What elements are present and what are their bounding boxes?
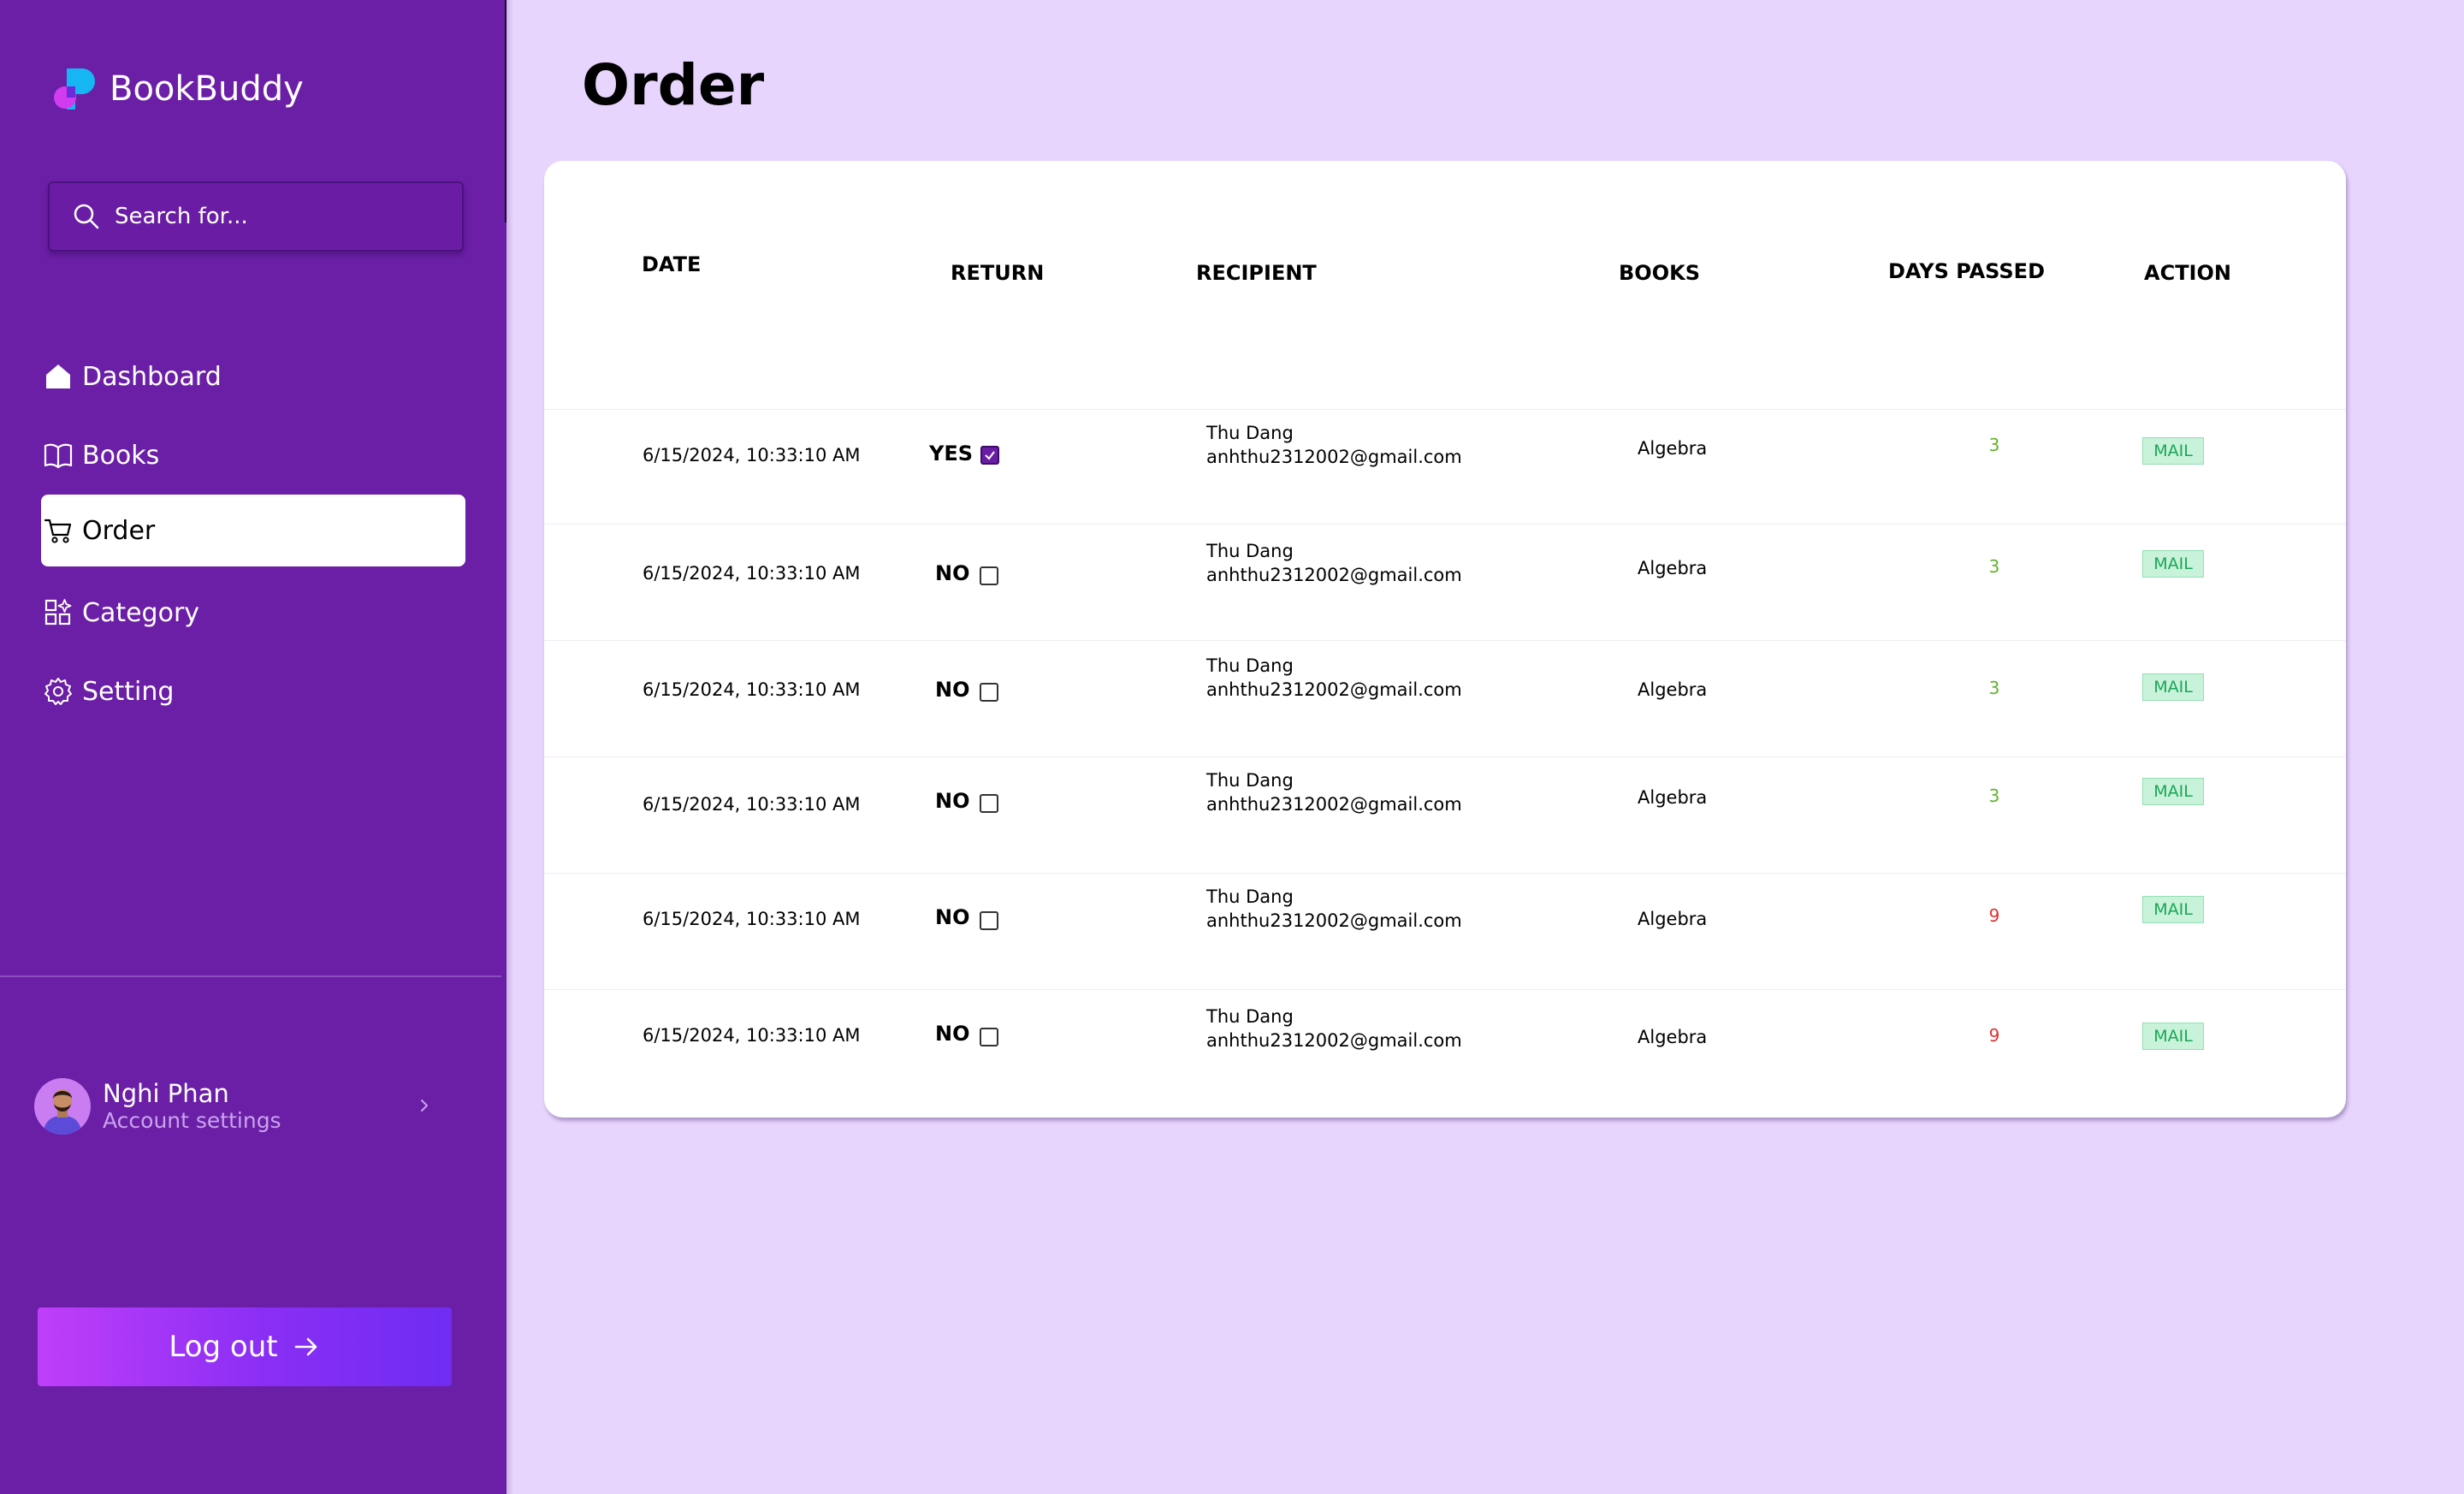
arrow-right-icon	[294, 1337, 317, 1356]
recipient-name: Thu Dang	[1206, 770, 1294, 791]
order-date: 6/15/2024, 10:33:10 AM	[643, 909, 861, 929]
logout-label: Log out	[169, 1330, 278, 1364]
sidebar-divider	[0, 975, 501, 977]
search-box[interactable]	[48, 181, 464, 252]
book-icon	[44, 443, 73, 469]
return-status: NO	[935, 678, 970, 702]
mail-button[interactable]: MAIL	[2142, 778, 2204, 805]
table-row: 6/15/2024, 10:33:10 AM NO Thu Dang anhth…	[544, 989, 2346, 1106]
table-row: 6/15/2024, 10:33:10 AM NO Thu Dang anhth…	[544, 640, 2346, 757]
avatar	[34, 1078, 91, 1135]
recipient-name: Thu Dang	[1206, 541, 1294, 561]
cart-icon	[44, 519, 72, 543]
checkmark-icon	[985, 451, 995, 460]
mail-button[interactable]: MAIL	[2142, 896, 2204, 923]
return-checkbox[interactable]	[980, 566, 998, 585]
order-date: 6/15/2024, 10:33:10 AM	[643, 1025, 861, 1046]
days-passed: 9	[1988, 1025, 2000, 1046]
recipient-email: anhthu2312002@gmail.com	[1206, 565, 1462, 585]
search-input[interactable]	[115, 204, 440, 229]
order-date: 6/15/2024, 10:33:10 AM	[643, 563, 861, 584]
book-title: Algebra	[1638, 679, 1708, 700]
account-settings-label: Account settings	[103, 1108, 281, 1133]
return-checkbox[interactable]	[980, 683, 998, 702]
sidebar-item-label: Books	[82, 440, 160, 471]
return-checkbox[interactable]	[980, 446, 999, 465]
sidebar-item-category[interactable]: Category	[41, 577, 465, 649]
table-row: 6/15/2024, 10:33:10 AM NO Thu Dang anhth…	[544, 873, 2346, 990]
order-date: 6/15/2024, 10:33:10 AM	[643, 794, 861, 815]
table-row: 6/15/2024, 10:33:10 AM NO Thu Dang anhth…	[544, 524, 2346, 641]
category-icon	[44, 599, 72, 625]
page-title: Order	[582, 52, 765, 118]
column-header-action: ACTION	[2144, 261, 2231, 285]
logout-button[interactable]: Log out	[38, 1307, 452, 1386]
return-status: YES	[929, 442, 974, 465]
return-checkbox[interactable]	[980, 911, 998, 930]
sidebar-item-setting[interactable]: Setting	[41, 655, 465, 727]
book-title: Algebra	[1638, 438, 1708, 459]
sidebar-item-order[interactable]: Order	[41, 495, 465, 566]
account-settings-link[interactable]: Nghi Phan Account settings	[34, 1076, 445, 1136]
sidebar-item-label: Category	[82, 597, 200, 628]
recipient-name: Thu Dang	[1206, 655, 1294, 676]
sidebar-item-label: Order	[82, 515, 156, 546]
mail-button[interactable]: MAIL	[2142, 673, 2204, 701]
return-status: NO	[935, 905, 970, 929]
book-title: Algebra	[1638, 909, 1708, 929]
mail-button[interactable]: MAIL	[2142, 437, 2204, 465]
column-header-return: RETURN	[951, 261, 1045, 285]
mail-button[interactable]: MAIL	[2142, 1023, 2204, 1050]
recipient-name: Thu Dang	[1206, 1006, 1294, 1027]
order-date: 6/15/2024, 10:33:10 AM	[643, 445, 861, 465]
brand-name: BookBuddy	[110, 69, 304, 109]
days-passed: 3	[1988, 556, 2000, 577]
days-passed: 9	[1988, 905, 2000, 926]
bookbuddy-logo-icon	[54, 68, 95, 110]
sidebar-item-label: Dashboard	[82, 361, 222, 392]
column-header-days-passed: DAYS PASSED	[1888, 259, 2045, 283]
book-title: Algebra	[1638, 787, 1708, 808]
user-name: Nghi Phan	[103, 1079, 229, 1108]
return-checkbox[interactable]	[980, 794, 998, 813]
sidebar-item-label: Setting	[82, 676, 175, 707]
orders-table: DATE RETURN RECIPIENT BOOKS DAYS PASSED …	[544, 161, 2346, 1118]
sidebar-item-books[interactable]: Books	[41, 419, 465, 491]
recipient-name: Thu Dang	[1206, 886, 1294, 907]
return-status: NO	[935, 789, 970, 813]
chevron-right-icon	[421, 1100, 428, 1112]
recipient-email: anhthu2312002@gmail.com	[1206, 910, 1462, 931]
sidebar-shadow	[506, 0, 513, 1494]
column-header-books: BOOKS	[1619, 261, 1700, 285]
recipient-name: Thu Dang	[1206, 423, 1294, 443]
book-title: Algebra	[1638, 1027, 1708, 1047]
return-checkbox[interactable]	[980, 1028, 998, 1046]
table-row: 6/15/2024, 10:33:10 AM YES Thu Dang anht…	[544, 409, 2346, 525]
column-header-date: DATE	[642, 252, 702, 276]
recipient-email: anhthu2312002@gmail.com	[1206, 679, 1462, 700]
gear-icon	[44, 678, 72, 705]
brand-logo[interactable]: BookBuddy	[53, 63, 304, 115]
sidebar: BookBuddy Dashboard Books Order	[0, 0, 506, 1494]
table-row: 6/15/2024, 10:33:10 AM NO Thu Dang anhth…	[544, 756, 2346, 874]
days-passed: 3	[1988, 678, 2000, 698]
recipient-email: anhthu2312002@gmail.com	[1206, 794, 1462, 815]
days-passed: 3	[1988, 786, 2000, 806]
order-date: 6/15/2024, 10:33:10 AM	[643, 679, 861, 700]
sidebar-item-dashboard[interactable]: Dashboard	[41, 341, 465, 412]
column-header-recipient: RECIPIENT	[1196, 261, 1317, 285]
search-icon	[74, 204, 99, 229]
book-title: Algebra	[1638, 558, 1708, 578]
return-status: NO	[935, 561, 970, 585]
return-status: NO	[935, 1022, 970, 1046]
recipient-email: anhthu2312002@gmail.com	[1206, 1030, 1462, 1051]
home-icon	[46, 365, 70, 388]
sidebar-edge	[505, 0, 506, 222]
days-passed: 3	[1988, 435, 2000, 455]
mail-button[interactable]: MAIL	[2142, 550, 2204, 578]
recipient-email: anhthu2312002@gmail.com	[1206, 447, 1462, 467]
